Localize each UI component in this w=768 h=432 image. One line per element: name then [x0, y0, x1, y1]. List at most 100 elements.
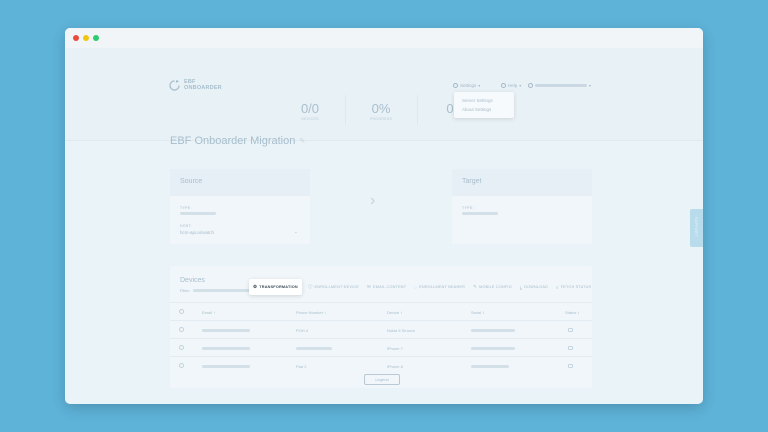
serial-redacted: [471, 365, 509, 368]
settings-dropdown-menu: Server Settings About Settings: [454, 92, 514, 118]
email-content-button[interactable]: ✉ EMAIL CONTENT: [367, 284, 406, 290]
chevron-right-icon: ›: [370, 192, 376, 209]
enrollment-bearer-button[interactable]: ◌ ENROLLMENT BEARER: [414, 285, 465, 290]
devices-panel: Devices Filter: ⚙ TRANSFORMATION ⓘ ENROL…: [170, 266, 592, 388]
row-device: iPhone 7: [387, 346, 403, 351]
filter-label: Filter:: [180, 288, 190, 293]
transformation-button[interactable]: ⚙ TRANSFORMATION: [249, 279, 302, 295]
filter-value-redacted: [193, 289, 253, 292]
chevron-down-icon[interactable]: ⌄: [294, 229, 298, 235]
maximize-window-icon[interactable]: [93, 35, 99, 41]
fetch-status-button[interactable]: ⌕ FETCH STATUS: [556, 285, 591, 290]
table-row[interactable]: POH 4 Nokia 6 Sirocco: [170, 320, 592, 339]
status-icon: [568, 328, 573, 332]
legend-button[interactable]: Legend: [364, 374, 400, 385]
action-label: DOWNLOAD: [524, 285, 549, 289]
status-icon: [568, 364, 573, 368]
search-icon: ⌕: [556, 284, 559, 290]
edit-icon[interactable]: ✎: [299, 137, 305, 145]
email-redacted: [202, 329, 250, 332]
user-name-redacted: [535, 84, 587, 87]
page-title: EBF Onboarder Migration ✎: [170, 135, 305, 147]
refresh-logo-icon: [169, 79, 180, 91]
stat-value: 0%: [371, 101, 391, 116]
action-label: MOBILE CONFIG: [479, 285, 512, 289]
source-host-label: HOST:: [180, 224, 192, 228]
stat-value: 0/0: [300, 101, 320, 116]
phone-redacted: [296, 347, 332, 350]
row-device: iPhone 8: [387, 364, 403, 369]
logo-line2: ONBOARDER: [184, 84, 222, 91]
download-icon: ⤓: [519, 284, 523, 290]
serial-redacted: [471, 329, 515, 332]
menu-item-about-settings[interactable]: About Settings: [462, 107, 491, 112]
row-phone: POH 4: [296, 328, 309, 333]
window-titlebar: [65, 28, 703, 48]
stat-devices: 0/0 DEVICES: [295, 101, 325, 121]
target-type-redacted: [462, 212, 498, 215]
column-header-device[interactable]: Device ↕: [387, 310, 402, 315]
mail-icon: ✉: [367, 284, 371, 289]
devices-filter[interactable]: Filter:: [180, 288, 253, 293]
email-redacted: [202, 347, 250, 350]
source-type-redacted: [180, 212, 216, 215]
source-type-label: TYPE:: [180, 206, 192, 210]
nav-help[interactable]: Help ▾: [501, 83, 521, 88]
target-type-label: TYPE:: [462, 206, 474, 210]
stat-progress: 0% PROGRESS: [369, 101, 393, 121]
action-label: EMAIL CONTENT: [373, 285, 407, 289]
source-title: Source: [180, 178, 203, 185]
app-logo[interactable]: EBF ONBOARDER: [168, 79, 224, 92]
source-host-value: hcm-api.airwatch: [180, 230, 215, 235]
table-row[interactable]: Pad 2 iPhone 8: [170, 356, 592, 375]
gear-icon: ⚙: [253, 284, 258, 289]
row-checkbox[interactable]: [179, 345, 184, 350]
action-label: ENROLLMENT DEVICE: [314, 285, 360, 289]
user-icon: [528, 83, 533, 88]
chevron-down-icon: ▾: [519, 83, 522, 88]
wrench-icon: ✎: [473, 284, 478, 289]
source-card: Source TYPE: HOST: hcm-api.airwatch ⌄: [170, 169, 310, 244]
row-checkbox[interactable]: [179, 327, 184, 332]
column-header-phone[interactable]: Phone Number ↕: [296, 310, 326, 315]
action-label: FETCH STATUS: [560, 285, 592, 289]
devices-title: Devices: [180, 277, 205, 284]
select-all-checkbox[interactable]: [179, 309, 184, 314]
minimize-window-icon[interactable]: [83, 35, 89, 41]
action-label: TRANSFORMATION: [259, 285, 298, 289]
status-icon: [568, 346, 573, 350]
nav-settings[interactable]: Settings ▾: [453, 83, 480, 88]
nav-settings-label: Settings: [460, 83, 477, 88]
side-tab-label: SUPPORT: [694, 217, 698, 237]
divider: [345, 95, 346, 125]
app-window: EBF ONBOARDER Settings ▾ Help ▾ ▾ 0/0 DE…: [65, 28, 703, 404]
help-icon: [501, 83, 506, 88]
devices-toolbar: ⚙ TRANSFORMATION ⓘ ENROLLMENT DEVICE ✉ E…: [249, 279, 599, 295]
gear-icon: [453, 83, 458, 88]
row-checkbox[interactable]: [179, 363, 184, 368]
target-card: Target TYPE:: [452, 169, 592, 244]
download-button[interactable]: ⤓ DOWNLOAD: [520, 285, 548, 290]
column-header-serial[interactable]: Serial ↕: [471, 310, 484, 315]
column-header-status[interactable]: Status ↕: [565, 310, 579, 315]
table-row[interactable]: iPhone 7: [170, 338, 592, 357]
serial-redacted: [471, 347, 515, 350]
mobile-config-button[interactable]: ✎ MOBILE CONFIG: [473, 284, 512, 290]
action-label: ENROLLMENT BEARER: [419, 285, 466, 289]
table-header-row: Email ↑ Phone Number ↕ Device ↕ Serial ↕…: [170, 302, 592, 321]
nav-help-label: Help: [508, 83, 518, 88]
menu-item-server-settings[interactable]: Server Settings: [462, 98, 493, 103]
app-header: EBF ONBOARDER Settings ▾ Help ▾ ▾ 0/0 DE…: [65, 48, 703, 141]
support-side-tab[interactable]: SUPPORT: [690, 209, 703, 247]
email-redacted: [202, 365, 250, 368]
enrollment-device-button[interactable]: ⓘ ENROLLMENT DEVICE: [308, 284, 359, 290]
stat-label: PROGRESS: [369, 117, 393, 121]
column-header-email[interactable]: Email ↑: [202, 310, 215, 315]
close-window-icon[interactable]: [73, 35, 79, 41]
target-title: Target: [462, 178, 482, 185]
page-title-text: EBF Onboarder Migration: [170, 135, 296, 147]
chevron-down-icon: ▾: [589, 83, 592, 88]
divider: [417, 95, 418, 125]
lightbulb-icon: ◌: [414, 284, 418, 290]
nav-user[interactable]: ▾: [528, 83, 591, 88]
